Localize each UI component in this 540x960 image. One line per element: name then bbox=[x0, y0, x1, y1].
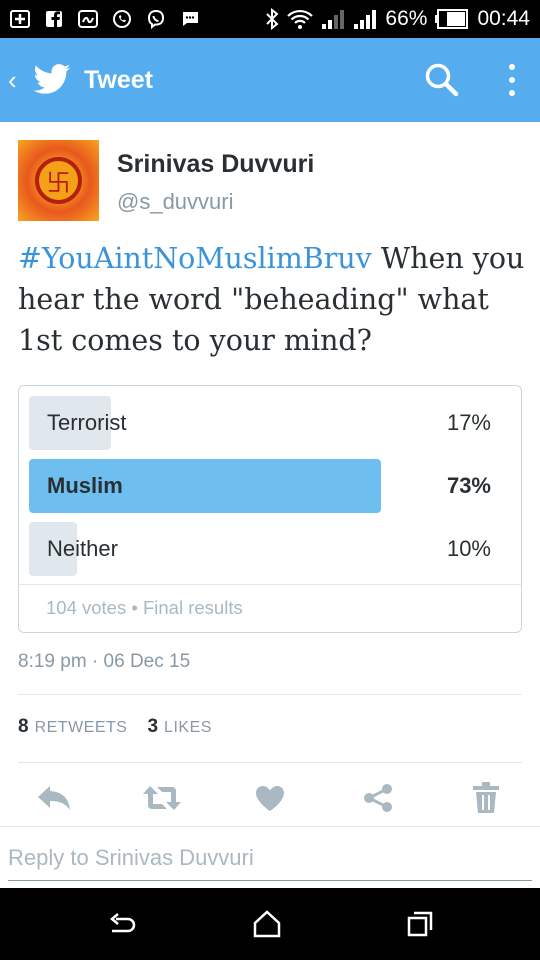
retweets-count[interactable]: 8 bbox=[18, 716, 29, 738]
avatar[interactable]: 卐 bbox=[18, 140, 99, 221]
home-nav-icon[interactable] bbox=[247, 906, 287, 942]
notification-icons bbox=[10, 9, 200, 29]
battery-icon bbox=[435, 8, 469, 30]
battery-percent: 66% bbox=[385, 7, 428, 30]
tweet-author[interactable]: 卐 Srinivas Duvvuri @s_duvvuri bbox=[18, 140, 314, 221]
wifi-icon bbox=[287, 8, 314, 30]
poll-option-label: Muslim bbox=[47, 473, 123, 498]
add-box-icon bbox=[10, 9, 30, 29]
share-icon[interactable] bbox=[358, 775, 398, 821]
poll-card: Terrorist 17% Muslim 73% Neither 10% 104… bbox=[18, 385, 522, 633]
poll-option-percent: 10% bbox=[446, 536, 491, 561]
signal-icon-2 bbox=[353, 8, 377, 30]
divider bbox=[18, 694, 522, 695]
chevron-left-icon[interactable]: ‹ bbox=[8, 67, 26, 93]
author-name[interactable]: Srinivas Duvvuri bbox=[117, 150, 314, 179]
author-handle[interactable]: @s_duvvuri bbox=[117, 189, 314, 215]
app-title: Tweet bbox=[84, 65, 153, 94]
tweet-stats: 8 RETWEETS 3 LIKES bbox=[18, 716, 212, 738]
tweet-actions bbox=[0, 775, 540, 821]
app-notification-icon bbox=[78, 9, 98, 29]
poll-footer: 104 votes • Final results bbox=[19, 584, 521, 632]
signal-icon-1 bbox=[321, 8, 345, 30]
poll-option-label: Terrorist bbox=[47, 410, 127, 435]
tweet-text: #YouAintNoMuslimBruv When you hear the w… bbox=[18, 238, 528, 361]
back-nav-icon[interactable] bbox=[101, 906, 141, 942]
like-icon[interactable] bbox=[250, 775, 290, 821]
whatsapp-icon bbox=[112, 9, 132, 29]
message-icon bbox=[180, 9, 200, 29]
poll-option-percent: 73% bbox=[446, 473, 491, 498]
reply-bar bbox=[0, 826, 540, 888]
poll-option-percent: 17% bbox=[446, 410, 491, 435]
bluetooth-icon bbox=[265, 8, 279, 30]
android-nav-bar bbox=[0, 888, 540, 960]
search-icon[interactable] bbox=[422, 60, 462, 100]
facebook-icon bbox=[44, 9, 64, 29]
swastika-icon: 卐 bbox=[46, 169, 71, 197]
retweet-icon[interactable] bbox=[142, 775, 182, 821]
likes-label[interactable]: LIKES bbox=[164, 719, 212, 737]
app-actions bbox=[422, 60, 540, 100]
twitter-bird-icon[interactable] bbox=[32, 60, 72, 100]
recents-nav-icon[interactable] bbox=[400, 906, 440, 942]
reply-input[interactable] bbox=[8, 835, 532, 881]
app-bar: ‹ Tweet bbox=[0, 38, 540, 122]
delete-icon[interactable] bbox=[466, 775, 506, 821]
divider bbox=[18, 762, 522, 763]
viber-icon bbox=[146, 9, 166, 29]
more-vertical-icon[interactable] bbox=[492, 60, 532, 100]
retweets-label[interactable]: RETWEETS bbox=[35, 719, 128, 737]
clock: 00:44 bbox=[477, 7, 530, 30]
tweet-timestamp: 8:19 pm · 06 Dec 15 bbox=[18, 651, 191, 672]
system-status: 66% 00:44 bbox=[265, 7, 530, 31]
poll-option-label: Neither bbox=[47, 536, 118, 561]
likes-count[interactable]: 3 bbox=[147, 716, 158, 738]
hashtag-link[interactable]: #YouAintNoMuslimBruv bbox=[18, 242, 372, 275]
status-bar: 66% 00:44 bbox=[0, 0, 540, 38]
poll-option: Terrorist 17% bbox=[29, 396, 511, 450]
poll-option: Muslim 73% bbox=[29, 459, 511, 513]
poll-option: Neither 10% bbox=[29, 522, 511, 576]
reply-icon[interactable] bbox=[34, 775, 74, 821]
author-text: Srinivas Duvvuri @s_duvvuri bbox=[117, 140, 314, 221]
